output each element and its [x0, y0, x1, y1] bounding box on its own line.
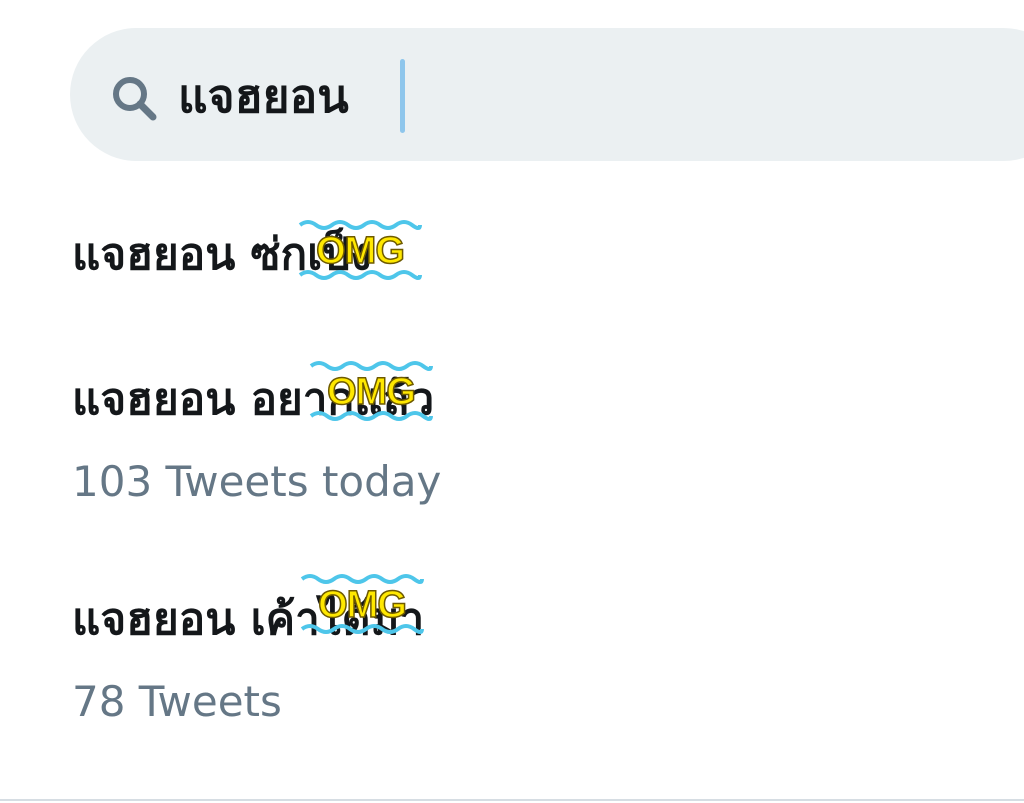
omg-sticker: OMG	[298, 217, 422, 283]
divider	[0, 799, 1024, 801]
omg-label: OMG	[326, 371, 416, 413]
search-suggestions-page: แจฮยอน แจฮยอน ซ่กเป็ง OMG แจฮยอน อยากแล้…	[0, 0, 1024, 803]
search-icon	[113, 77, 157, 121]
suggestion-item[interactable]: แจฮยอน เค้าได้มา 78 Tweets OMG	[0, 574, 1024, 745]
suggestion-item[interactable]: แจฮยอน อยากแล้ว 103 Tweets today OMG	[0, 355, 1024, 525]
omg-sticker: OMG	[300, 571, 424, 637]
omg-label: OMG	[315, 230, 405, 272]
suggestion-tweet-count: 103 Tweets today	[72, 457, 442, 506]
suggestion-tweet-count: 78 Tweets	[72, 677, 282, 726]
suggestion-item[interactable]: แจฮยอน ซ่กเป็ง OMG	[0, 210, 1024, 310]
omg-label: OMG	[317, 584, 407, 626]
search-input[interactable]: แจฮยอน	[178, 66, 349, 126]
suggestion-list: แจฮยอน ซ่กเป็ง OMG แจฮยอน อยากแล้ว 103 T…	[0, 170, 1024, 800]
search-bar[interactable]: แจฮยอน	[70, 28, 1024, 161]
omg-sticker: OMG	[309, 358, 433, 424]
text-caret	[400, 59, 405, 133]
